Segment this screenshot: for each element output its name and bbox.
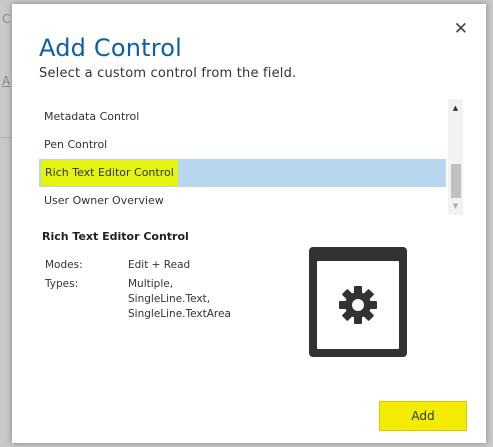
list-item-label: User Owner Overview [44,194,164,207]
list-scrollbar[interactable]: ▲ ▼ [448,99,463,215]
dialog-title: Add Control [39,34,183,62]
types-value-2: SingleLine.Text, [128,293,211,305]
list-item[interactable]: User Owner Overview [39,187,446,215]
modes-value: Edit + Read [128,259,191,271]
add-button[interactable]: Add [379,401,467,431]
list-item[interactable]: Pen Control [39,131,446,159]
list-item-label: Rich Text Editor Control [41,160,178,186]
list-item[interactable]: Metadata Control [39,103,446,131]
background-link-fragment: A [2,74,11,88]
list-item-label: Metadata Control [44,110,140,123]
preview-window [317,261,399,349]
dialog-subtitle: Select a custom control from the field. [39,66,297,81]
scroll-down-icon[interactable]: ▼ [448,199,463,213]
types-value-1: Multiple, [128,278,174,290]
types-value-3: SingleLine.TextArea [128,308,231,320]
control-preview [309,247,407,357]
scroll-up-icon[interactable]: ▲ [448,101,463,115]
modes-label: Modes: [45,259,83,271]
add-control-dialog: ✕ Add Control Select a custom control fr… [12,4,486,443]
gear-icon [339,286,377,324]
background-text-fragment: C [2,12,11,26]
list-item-selected[interactable]: Rich Text Editor Control [39,159,446,187]
background-divider [0,137,12,138]
detail-title: Rich Text Editor Control [42,230,189,243]
list-item-label: Pen Control [44,138,108,151]
types-label: Types: [45,278,79,290]
close-icon[interactable]: ✕ [454,21,468,38]
control-list[interactable]: Metadata Control Pen Control Rich Text E… [39,99,463,215]
scroll-thumb[interactable] [451,164,461,198]
